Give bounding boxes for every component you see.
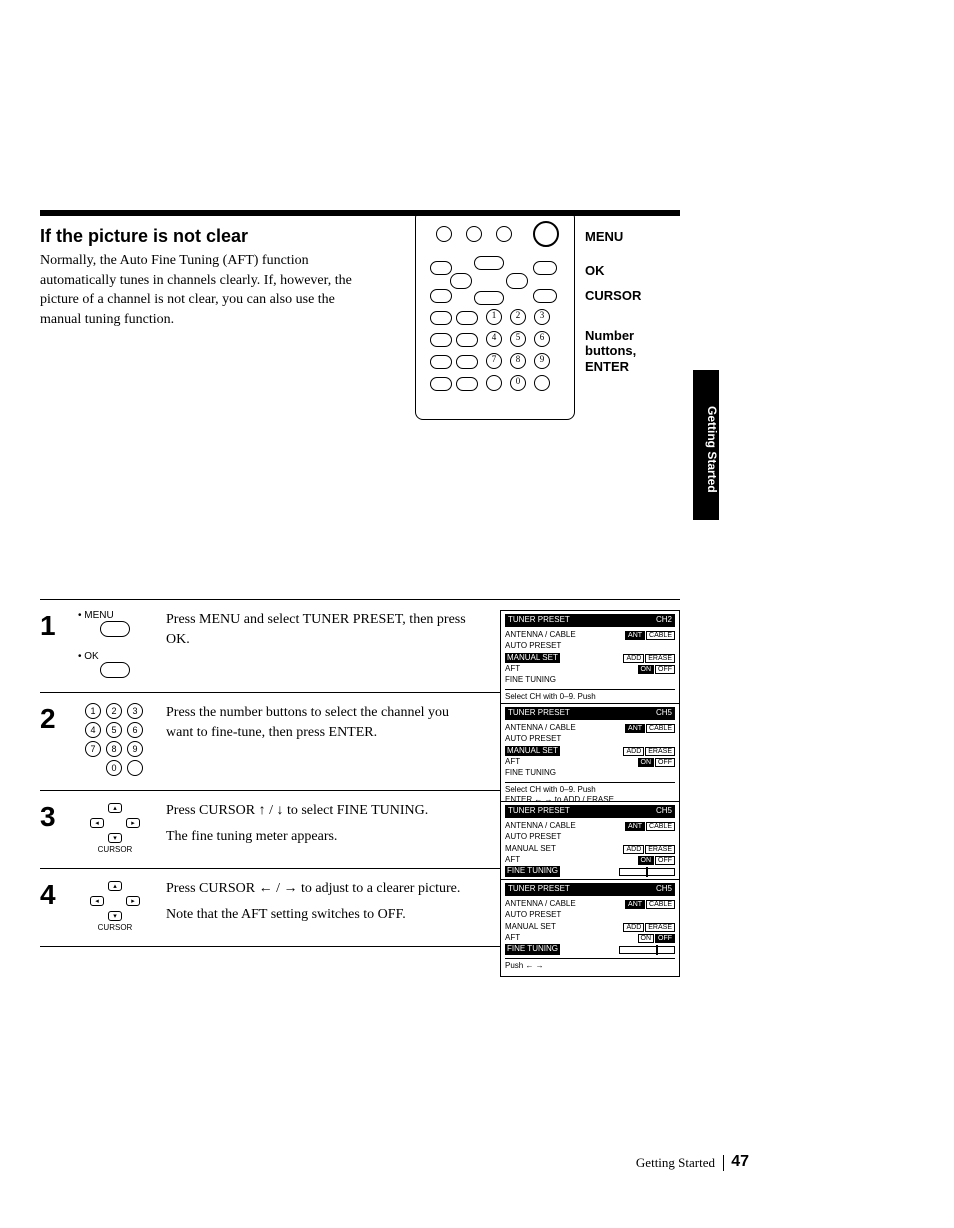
step-number: 1 — [40, 610, 70, 642]
step-number: 2 — [40, 703, 70, 735]
step-number: 4 — [40, 879, 70, 911]
num-8-button: 8 — [510, 353, 526, 369]
input-button — [496, 226, 512, 242]
ok-callout: OK — [585, 263, 655, 279]
step-2: 2 123 456 789 0 Press the number buttons… — [40, 703, 720, 776]
ok-button-icon — [100, 662, 130, 678]
ok-button — [533, 261, 557, 275]
step-3-text: Press CURSOR ↑ / ↓ to select FINE TUNING… — [166, 801, 466, 852]
remote-diagram: 1 2 3 4 5 6 7 8 9 0 MENU OK CURSOR Numbe… — [415, 210, 575, 420]
num-3-button: 3 — [534, 309, 550, 325]
misc-button — [456, 355, 478, 369]
step-1: 1 • MENU • OK Press MENU and select TUNE… — [40, 610, 720, 678]
misc-button — [456, 311, 478, 325]
step-4-text: Press CURSOR ← / → to adjust to a cleare… — [166, 879, 466, 930]
misc-button — [430, 377, 452, 391]
num-5-button: 5 — [510, 331, 526, 347]
cursor-left-button — [450, 273, 472, 289]
cursor-up-button — [474, 256, 504, 270]
step-1-icon: • MENU • OK — [70, 610, 160, 678]
num-6-button: 6 — [534, 331, 550, 347]
num-9-button: 9 — [534, 353, 550, 369]
step-3: 3 ▴ ▾ ◂ ▸ CURSOR Press CURSOR ↑ / ↓ to s… — [40, 801, 720, 854]
menu-button — [466, 226, 482, 242]
step-1-text: Press MENU and select TUNER PRESET, then… — [166, 610, 466, 655]
misc-button — [430, 311, 452, 325]
power-button — [533, 221, 559, 247]
step-3-icon: ▴ ▾ ◂ ▸ CURSOR — [70, 801, 160, 854]
eject-icon — [436, 226, 452, 242]
num-2-button: 2 — [510, 309, 526, 325]
cursor-right-button — [506, 273, 528, 289]
page-number: 47 — [731, 1153, 749, 1171]
misc-button — [486, 375, 502, 391]
step-4-icon: ▴ ▾ ◂ ▸ CURSOR — [70, 879, 160, 932]
step-4: 4 ▴ ▾ ◂ ▸ CURSOR Press CURSOR ← / → to a… — [40, 879, 720, 932]
misc-button — [430, 355, 452, 369]
menu-callout: MENU — [585, 229, 655, 245]
step-2-osd: TUNER PRESETCH5ANTENNA / CABLEANTCABLEAU… — [500, 703, 680, 811]
num-1-button: 1 — [486, 309, 502, 325]
cursor-down-button — [474, 291, 504, 305]
next-button — [456, 333, 478, 347]
num-4-button: 4 — [486, 331, 502, 347]
menu-button-icon — [100, 621, 130, 637]
remote-outline: 1 2 3 4 5 6 7 8 9 0 — [415, 210, 575, 420]
misc-button — [456, 377, 478, 391]
remote-callouts: MENU OK CURSOR Number buttons, ENTER — [585, 225, 655, 383]
cursor-pad-icon: ▴ ▾ ◂ ▸ — [90, 803, 140, 843]
cursor-pad-icon: ▴ ▾ ◂ ▸ — [90, 881, 140, 921]
number-callout: Number buttons, ENTER — [585, 328, 655, 375]
step-divider — [40, 599, 680, 600]
step-2-text: Press the number buttons to select the c… — [166, 703, 466, 748]
aux-button — [533, 289, 557, 303]
section-tab: Getting Started — [693, 370, 719, 520]
step-4-osd: TUNER PRESETCH5ANTENNA / CABLEANTCABLEAU… — [500, 879, 680, 977]
step-number: 3 — [40, 801, 70, 833]
enter-button — [534, 375, 550, 391]
number-pad-icon: 123 456 789 0 — [85, 703, 145, 776]
footer-section: Getting Started — [636, 1155, 724, 1171]
stop-button — [430, 289, 452, 303]
num-7-button: 7 — [486, 353, 502, 369]
cursor-callout: CURSOR — [585, 288, 655, 304]
rec-button — [430, 261, 452, 275]
num-0-button: 0 — [510, 375, 526, 391]
prev-button — [430, 333, 452, 347]
step-2-icon: 123 456 789 0 — [70, 703, 160, 776]
step-1-osd: TUNER PRESETCH2ANTENNA / CABLEANTCABLEAU… — [500, 610, 680, 718]
intro-paragraph: Normally, the Auto Fine Tuning (AFT) fun… — [40, 251, 360, 329]
